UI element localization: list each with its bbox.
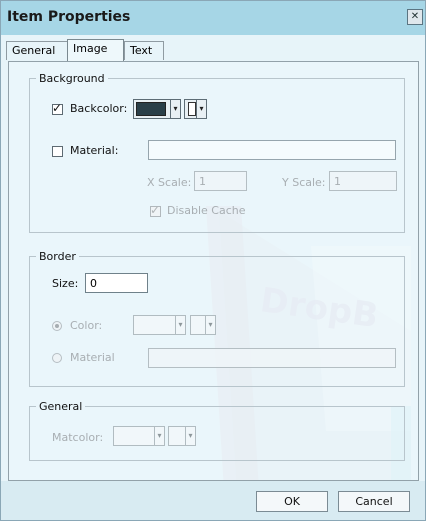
close-icon[interactable]: ✕ — [407, 9, 423, 25]
xscale-field[interactable]: 1 — [194, 171, 247, 191]
pattern-dropdown[interactable]: ▾ — [184, 99, 207, 119]
backcolor-dropdown[interactable]: ▾ — [133, 99, 181, 119]
chevron-down-icon: ▾ — [154, 427, 164, 445]
background-legend: Background — [39, 72, 105, 85]
border-pattern-dropdown[interactable]: ▾ — [190, 315, 216, 335]
disable-cache-checkbox[interactable] — [150, 203, 161, 217]
chevron-down-icon: ▾ — [185, 427, 195, 445]
matcolor-label: Matcolor: — [52, 431, 104, 444]
tab-image-label: Image — [73, 42, 108, 55]
dialog-title: Item Properties — [7, 9, 131, 25]
tab-text-label: Text — [130, 44, 153, 57]
border-color-label: Color: — [70, 319, 103, 332]
xscale-label: X Scale: — [147, 176, 192, 189]
backcolor-swatch — [136, 102, 166, 116]
item-properties-dialog: DropB Item Properties ✕ General Image Te… — [0, 0, 426, 521]
border-color-radio[interactable] — [52, 321, 62, 331]
cancel-button[interactable]: Cancel — [338, 491, 410, 512]
tab-image[interactable]: Image — [67, 39, 124, 62]
material-label: Material: — [70, 144, 119, 157]
ok-button[interactable]: OK — [256, 491, 328, 512]
backcolor-checkbox[interactable] — [52, 101, 63, 115]
yscale-label: Y Scale: — [282, 176, 326, 189]
matcolor-dropdown[interactable]: ▾ — [113, 426, 165, 446]
border-color-dropdown[interactable]: ▾ — [133, 315, 186, 335]
matcolor-pattern-dropdown[interactable]: ▾ — [168, 426, 196, 446]
tab-general[interactable]: General — [6, 41, 68, 60]
pattern-swatch — [188, 102, 196, 116]
border-material-field[interactable] — [148, 348, 396, 368]
material-checkbox[interactable] — [52, 146, 63, 157]
tab-general-label: General — [12, 44, 56, 57]
chevron-down-icon: ▾ — [170, 100, 180, 118]
general-legend: General — [39, 400, 83, 413]
yscale-field[interactable]: 1 — [329, 171, 397, 191]
chevron-down-icon: ▾ — [196, 100, 206, 118]
title-bar: Item Properties ✕ — [1, 1, 425, 35]
border-legend: Border — [39, 250, 76, 263]
border-material-label: Material — [70, 351, 115, 364]
chevron-down-icon: ▾ — [175, 316, 185, 334]
material-field[interactable] — [148, 140, 396, 160]
backcolor-label: Backcolor: — [70, 102, 128, 115]
disable-cache-label: Disable Cache — [167, 204, 246, 217]
border-size-label: Size: — [52, 277, 79, 290]
border-material-radio[interactable] — [52, 353, 62, 363]
tab-text[interactable]: Text — [124, 41, 164, 60]
chevron-down-icon: ▾ — [205, 316, 215, 334]
border-size-field[interactable]: 0 — [85, 273, 148, 293]
